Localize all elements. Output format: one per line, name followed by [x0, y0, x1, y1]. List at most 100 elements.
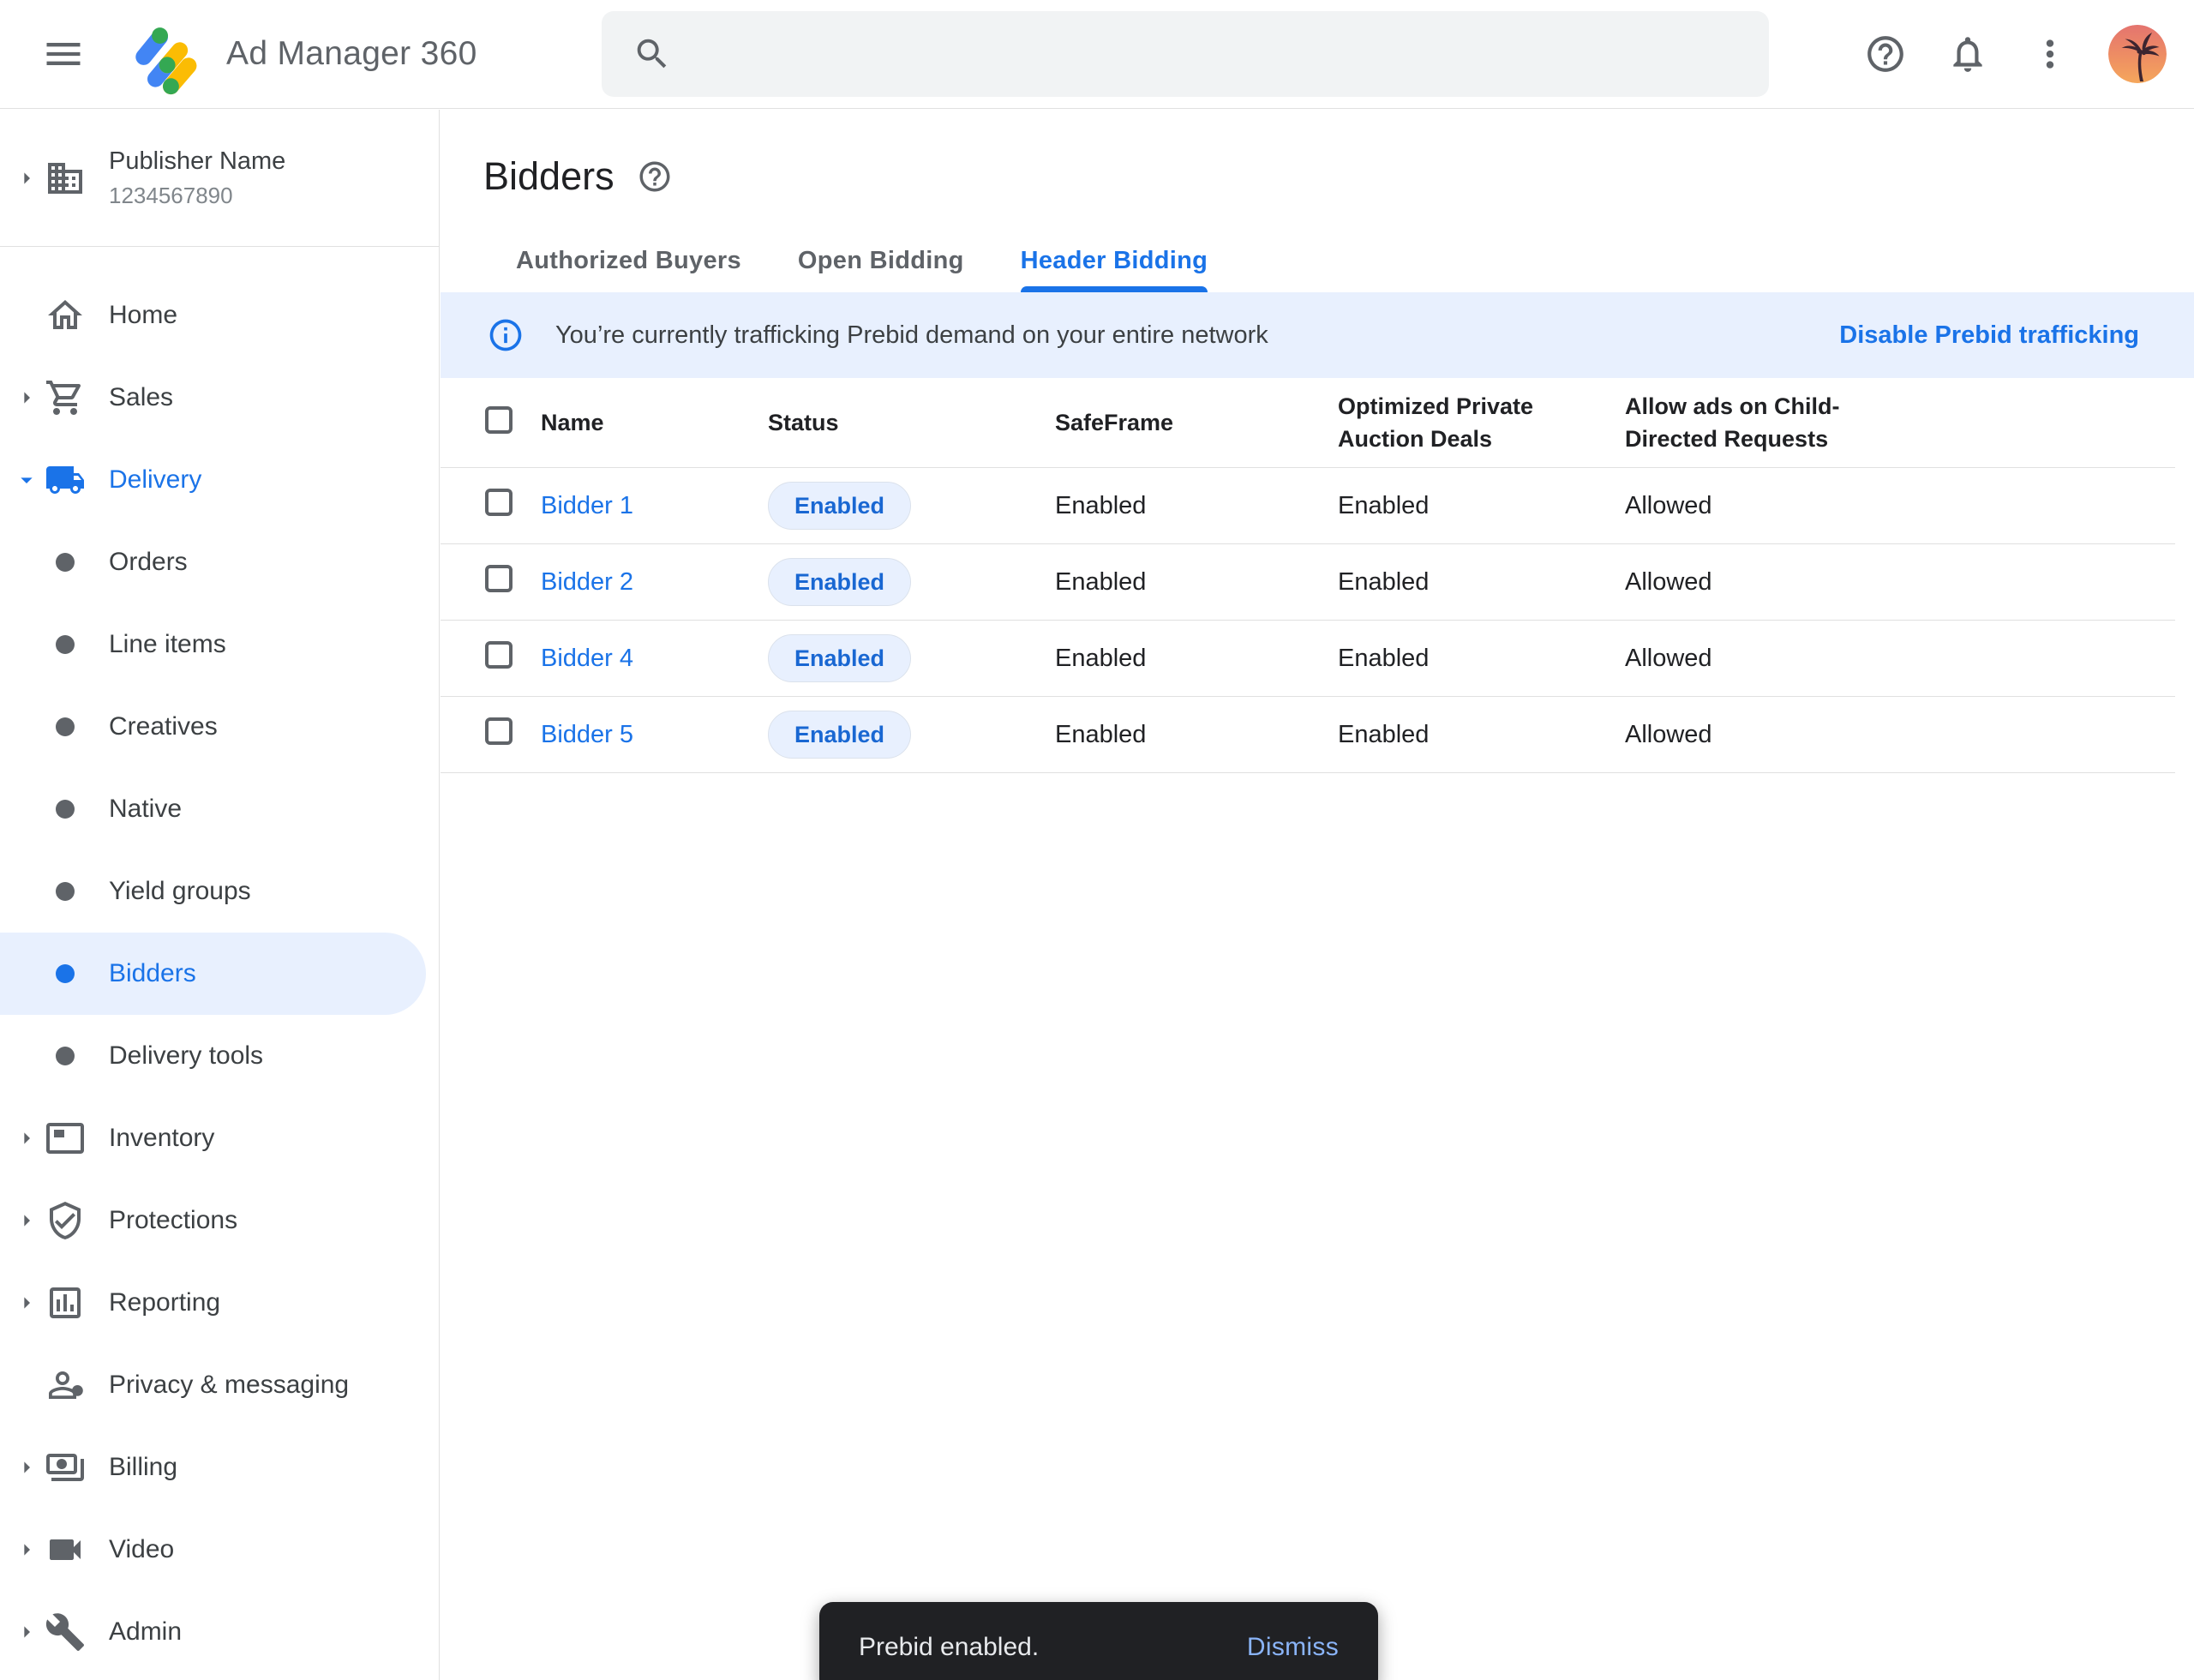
bar-chart-icon: [45, 1282, 86, 1323]
more-vert-icon[interactable]: [2028, 32, 2072, 76]
toast-dismiss-button[interactable]: Dismiss: [1247, 1633, 1339, 1662]
collapse-caret-icon: [12, 466, 41, 494]
videocam-icon: [45, 1529, 86, 1570]
expand-caret-icon: [12, 1125, 41, 1152]
table-row: Bidder 1 Enabled Enabled Enabled Allowed: [441, 468, 2175, 544]
status-badge: Enabled: [768, 711, 911, 759]
bidder-link[interactable]: Bidder 5: [541, 721, 768, 749]
info-icon: [487, 316, 525, 354]
column-header-safeframe: SafeFrame: [1055, 410, 1338, 436]
tab-authorized-buyers[interactable]: Authorized Buyers: [516, 247, 741, 292]
column-header-child-directed: Allow ads on Child-Directed Requests: [1625, 390, 1869, 455]
bullet-icon: [45, 635, 86, 654]
page-help-icon[interactable]: [637, 159, 673, 195]
sidebar-item-billing[interactable]: Billing: [0, 1426, 439, 1509]
status-badge: Enabled: [768, 634, 911, 682]
inventory-icon: [45, 1118, 86, 1159]
select-all-cell: [485, 406, 541, 440]
child-directed-value: Allowed: [1625, 645, 2175, 673]
tab-header-bidding[interactable]: Header Bidding: [1021, 247, 1208, 292]
safeframe-value: Enabled: [1055, 492, 1338, 520]
tab-bar: Authorized Buyers Open Bidding Header Bi…: [516, 247, 2194, 292]
help-icon[interactable]: [1863, 32, 1908, 76]
safeframe-value: Enabled: [1055, 645, 1338, 673]
app-bar: Ad Manager 360: [0, 0, 2194, 109]
safeframe-value: Enabled: [1055, 568, 1338, 597]
sidebar-item-yield-groups[interactable]: Yield groups: [0, 850, 439, 933]
column-header-status: Status: [768, 410, 1055, 436]
sidebar-item-inventory[interactable]: Inventory: [0, 1097, 439, 1179]
notifications-icon[interactable]: [1945, 32, 1990, 76]
sidebar-item-reporting[interactable]: Reporting: [0, 1262, 439, 1344]
avatar[interactable]: [2108, 25, 2167, 83]
child-directed-value: Allowed: [1625, 721, 2175, 749]
sidebar-item-delivery[interactable]: Delivery: [0, 439, 439, 521]
auction-deals-value: Enabled: [1338, 645, 1625, 673]
bidder-link[interactable]: Bidder 4: [541, 645, 768, 673]
select-all-checkbox[interactable]: [485, 406, 513, 434]
payments-icon: [45, 1447, 86, 1488]
publisher-switcher[interactable]: Publisher Name 1234567890: [0, 110, 439, 247]
bullet-icon: [45, 553, 86, 572]
disable-prebid-trafficking-button[interactable]: Disable Prebid trafficking: [1839, 321, 2139, 350]
search-bar[interactable]: [602, 11, 1769, 97]
sidebar: Publisher Name 1234567890 Home Sales: [0, 110, 440, 1680]
row-checkbox[interactable]: [485, 565, 513, 592]
safeframe-value: Enabled: [1055, 721, 1338, 749]
expand-caret-icon: [12, 1618, 41, 1646]
sidebar-item-bidders[interactable]: Bidders: [0, 933, 426, 1015]
auction-deals-value: Enabled: [1338, 492, 1625, 520]
sidebar-item-home[interactable]: Home: [0, 274, 439, 357]
row-checkbox[interactable]: [485, 489, 513, 516]
sidebar-nav: Home Sales Delivery Orders: [0, 247, 439, 1673]
sidebar-item-delivery-tools[interactable]: Delivery tools: [0, 1015, 439, 1097]
bidder-link[interactable]: Bidder 2: [541, 568, 768, 597]
publisher-name: Publisher Name: [109, 147, 285, 176]
tab-open-bidding[interactable]: Open Bidding: [798, 247, 964, 292]
status-badge: Enabled: [768, 482, 911, 530]
row-checkbox[interactable]: [485, 717, 513, 745]
column-header-name: Name: [541, 410, 768, 436]
publisher-id: 1234567890: [109, 183, 285, 209]
expand-caret-icon: [12, 384, 41, 411]
sidebar-item-creatives[interactable]: Creatives: [0, 686, 439, 768]
expand-caret-icon: [12, 1207, 41, 1234]
toast-message: Prebid enabled.: [859, 1633, 1039, 1662]
child-directed-value: Allowed: [1625, 492, 2175, 520]
app-bar-actions: [1863, 25, 2194, 83]
banner-message: You’re currently trafficking Prebid dema…: [555, 321, 1268, 350]
auction-deals-value: Enabled: [1338, 568, 1625, 597]
expand-caret-icon: [12, 165, 41, 192]
expand-caret-icon: [12, 1289, 41, 1317]
cart-icon: [45, 377, 86, 418]
bullet-icon: [45, 717, 86, 736]
column-header-auction-deals: Optimized Private Auction Deals: [1338, 390, 1582, 455]
expand-caret-icon: [12, 1536, 41, 1563]
sidebar-item-admin[interactable]: Admin: [0, 1591, 439, 1673]
sidebar-item-line-items[interactable]: Line items: [0, 603, 439, 686]
sidebar-item-protections[interactable]: Protections: [0, 1179, 439, 1262]
table-header-row: Name Status SafeFrame Optimized Private …: [441, 378, 2175, 468]
bullet-icon: [45, 964, 86, 983]
sidebar-item-sales[interactable]: Sales: [0, 357, 439, 439]
shield-check-icon: [45, 1200, 86, 1241]
expand-caret-icon: [12, 1454, 41, 1481]
bidder-link[interactable]: Bidder 1: [541, 492, 768, 520]
menu-icon[interactable]: [38, 28, 89, 80]
person-badge-icon: [45, 1365, 86, 1406]
sidebar-item-privacy-messaging[interactable]: Privacy & messaging: [0, 1344, 439, 1426]
search-icon: [632, 34, 672, 74]
row-checkbox[interactable]: [485, 641, 513, 669]
sidebar-item-video[interactable]: Video: [0, 1509, 439, 1591]
building-icon: [45, 158, 86, 199]
bullet-icon: [45, 882, 86, 901]
main-content: Bidders Authorized Buyers Open Bidding H…: [441, 110, 2194, 1680]
prebid-info-banner: You’re currently trafficking Prebid dema…: [441, 292, 2194, 378]
truck-icon: [45, 459, 86, 501]
sidebar-item-orders[interactable]: Orders: [0, 521, 439, 603]
page-header: Bidders: [483, 154, 2194, 199]
child-directed-value: Allowed: [1625, 568, 2175, 597]
ad-manager-logo: [122, 11, 204, 97]
search-input[interactable]: [672, 11, 1769, 97]
sidebar-item-native[interactable]: Native: [0, 768, 439, 850]
